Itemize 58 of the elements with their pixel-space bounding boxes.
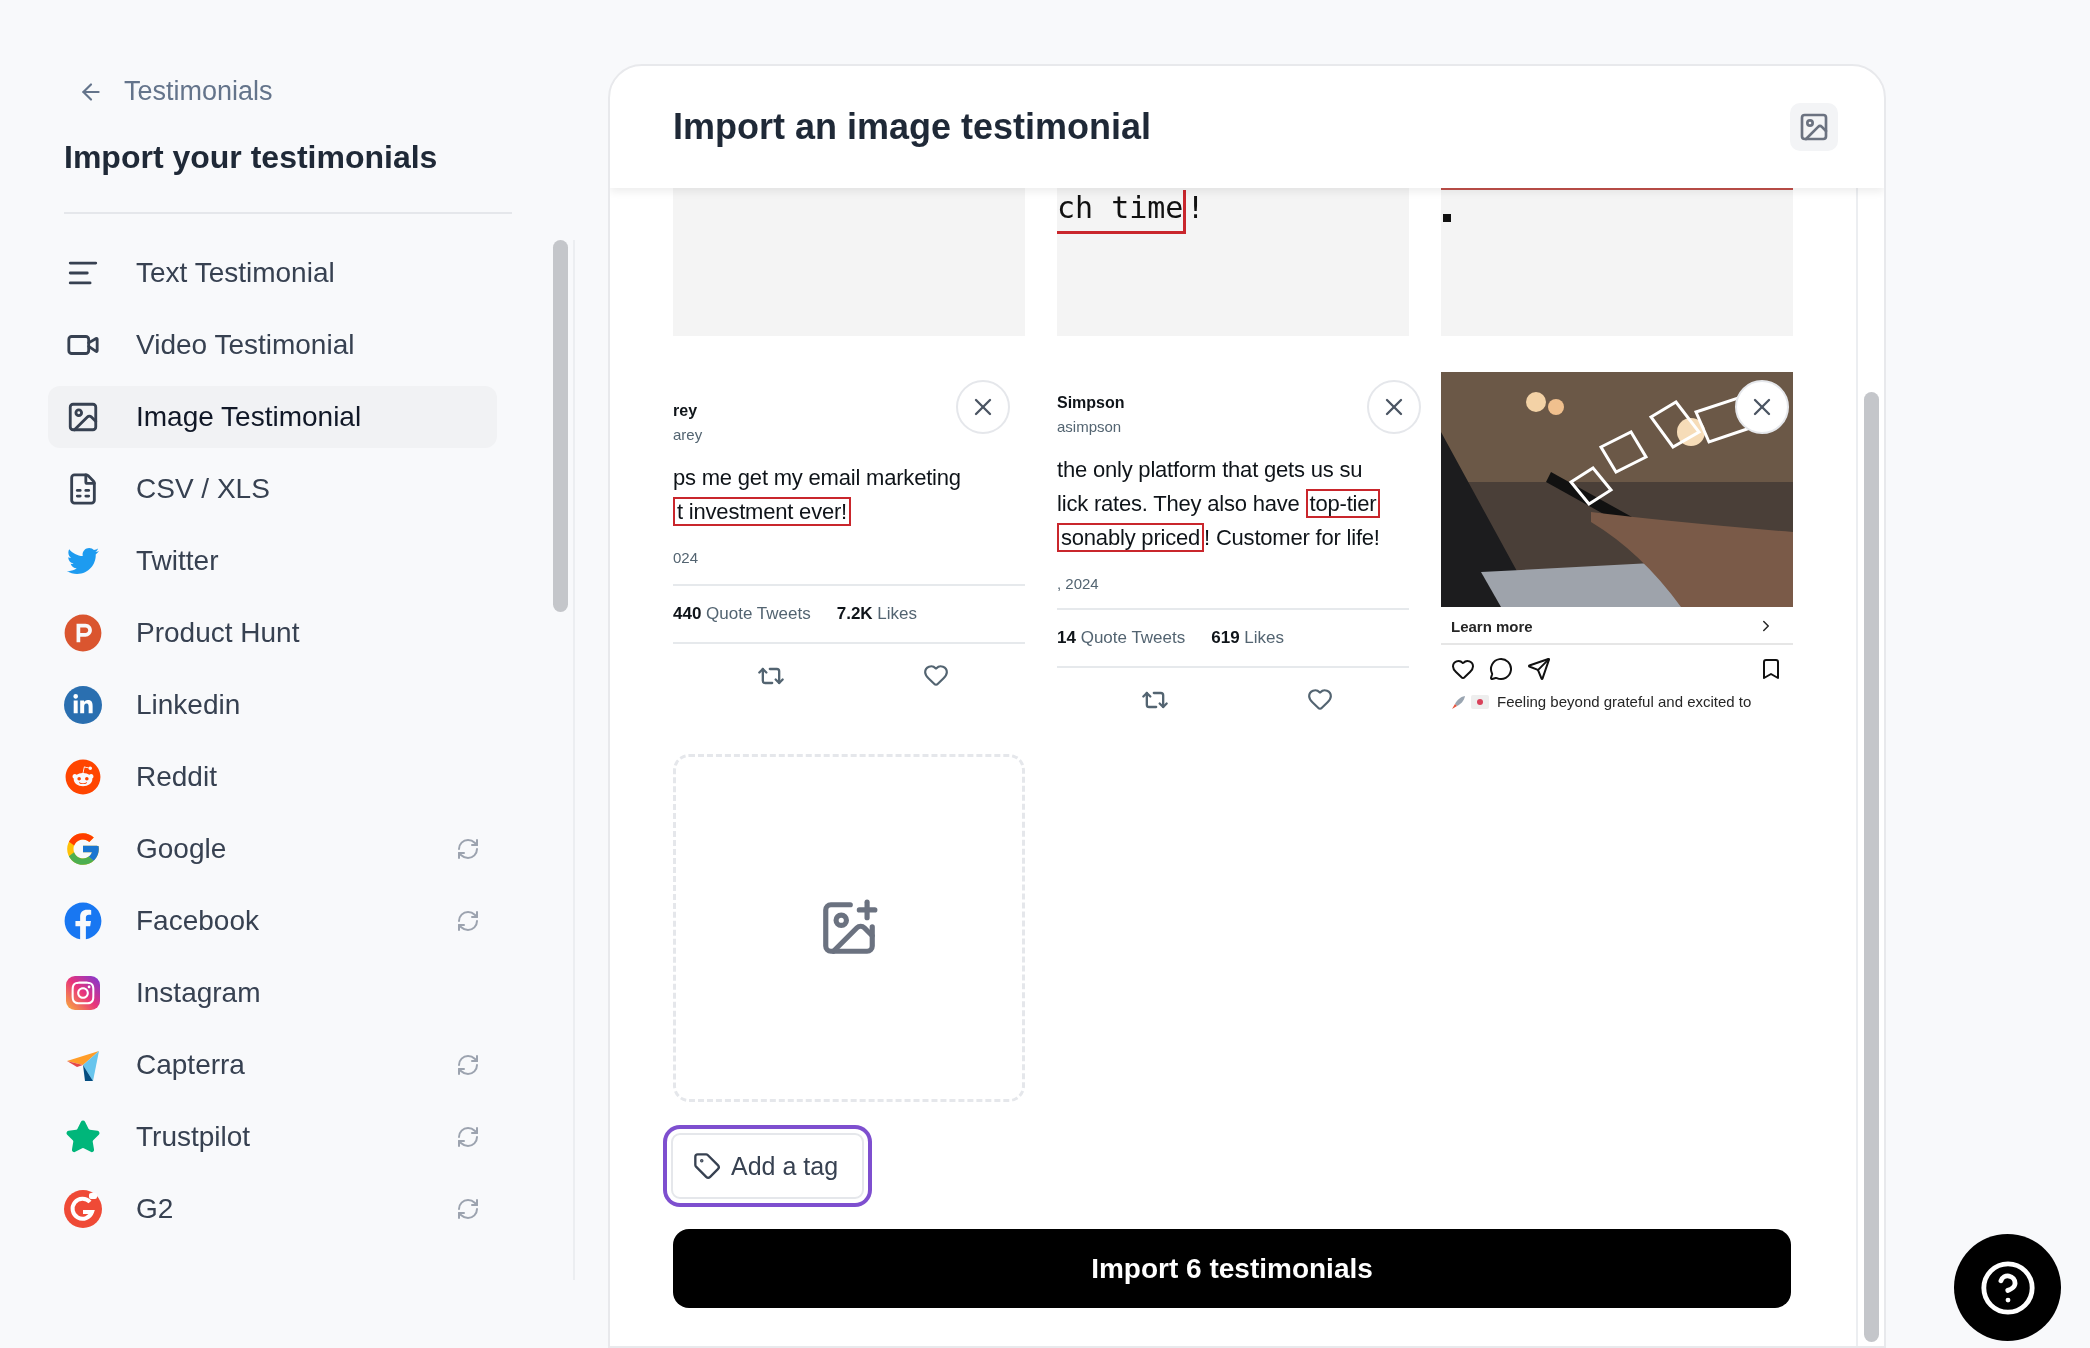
close-button[interactable] bbox=[956, 380, 1010, 434]
likes-count: 7.2K Likes bbox=[836, 604, 918, 624]
image-icon bbox=[66, 400, 100, 434]
sidebar-title: Import your testimonials bbox=[64, 139, 439, 176]
reddit-icon bbox=[65, 759, 101, 795]
send-icon[interactable] bbox=[1527, 657, 1551, 681]
author-name: rey bbox=[673, 402, 698, 420]
sidebar-item[interactable]: Video Testimonial bbox=[48, 314, 497, 376]
quote-tweets-count: 440 Quote Tweets bbox=[673, 604, 811, 624]
sidebar-item[interactable]: Google bbox=[48, 818, 497, 880]
highlighted-text: top-tier bbox=[1305, 489, 1381, 518]
sidebar-item[interactable]: Reddit bbox=[48, 746, 497, 808]
close-button[interactable] bbox=[1367, 380, 1421, 434]
post-caption: Feeling beyond grateful and excited to bbox=[1497, 693, 1752, 710]
comment-icon[interactable] bbox=[1489, 657, 1513, 681]
highlighted-text: ch time bbox=[1057, 190, 1187, 234]
heart-icon[interactable] bbox=[923, 662, 949, 688]
sidebar-item[interactable]: Facebook bbox=[48, 890, 497, 952]
sidebar-item[interactable]: Linkedin bbox=[48, 674, 497, 736]
highlighted-text: sonably priced bbox=[1057, 523, 1205, 552]
tag-icon bbox=[693, 1152, 721, 1180]
quote-tweets-count: 14 Quote Tweets bbox=[1057, 628, 1186, 648]
sidebar-item[interactable]: Capterra bbox=[48, 1034, 497, 1096]
sidebar-item[interactable]: Text Testimonial bbox=[48, 242, 497, 304]
sidebar-item[interactable]: Image Testimonial bbox=[48, 386, 497, 448]
dot-mark bbox=[1443, 214, 1451, 222]
author-handle: arey bbox=[673, 426, 703, 443]
g2-logo-icon bbox=[64, 1190, 102, 1228]
star-icon bbox=[65, 1119, 101, 1155]
author-name: Simpson bbox=[1057, 394, 1125, 412]
back-link[interactable]: Testimonials bbox=[78, 76, 273, 107]
code-text: ! bbox=[1186, 190, 1205, 227]
scrollbar-thumb[interactable] bbox=[1863, 392, 1879, 1342]
sidebar-item[interactable]: Twitter bbox=[48, 530, 497, 592]
sidebar-item[interactable]: G2 bbox=[48, 1178, 497, 1240]
bird-icon bbox=[67, 545, 99, 577]
tweet-date: , 2024 bbox=[1057, 575, 1099, 592]
highlighted-text: t investment ever! bbox=[673, 497, 852, 526]
instagram-icon bbox=[66, 976, 100, 1010]
product-hunt-icon bbox=[64, 614, 102, 652]
sidebar-item[interactable]: Trustpilot bbox=[48, 1106, 497, 1168]
heart-icon[interactable] bbox=[1451, 657, 1475, 681]
rocket-icon bbox=[1451, 693, 1467, 710]
sidebar-item[interactable]: Product Hunt bbox=[48, 602, 497, 664]
tweet-date: 024 bbox=[673, 549, 699, 566]
sidebar-item[interactable]: CSV / XLS bbox=[48, 458, 497, 520]
likes-count: 619 Likes bbox=[1211, 628, 1285, 648]
panel-title: Import an image testimonial bbox=[673, 106, 1152, 148]
author-handle: asimpson bbox=[1057, 418, 1122, 435]
image-icon bbox=[1790, 103, 1838, 151]
question-mark-icon bbox=[1978, 1258, 2037, 1317]
import-button[interactable]: Import 6 testimonials bbox=[673, 1229, 1791, 1308]
scrollbar-thumb[interactable] bbox=[553, 240, 568, 612]
learn-more-link[interactable]: Learn more bbox=[1441, 607, 1793, 645]
sidebar-item[interactable]: Instagram bbox=[48, 962, 497, 1024]
linkedin-icon bbox=[64, 686, 102, 724]
facebook-icon bbox=[64, 902, 102, 940]
heart-icon[interactable] bbox=[1307, 686, 1333, 712]
